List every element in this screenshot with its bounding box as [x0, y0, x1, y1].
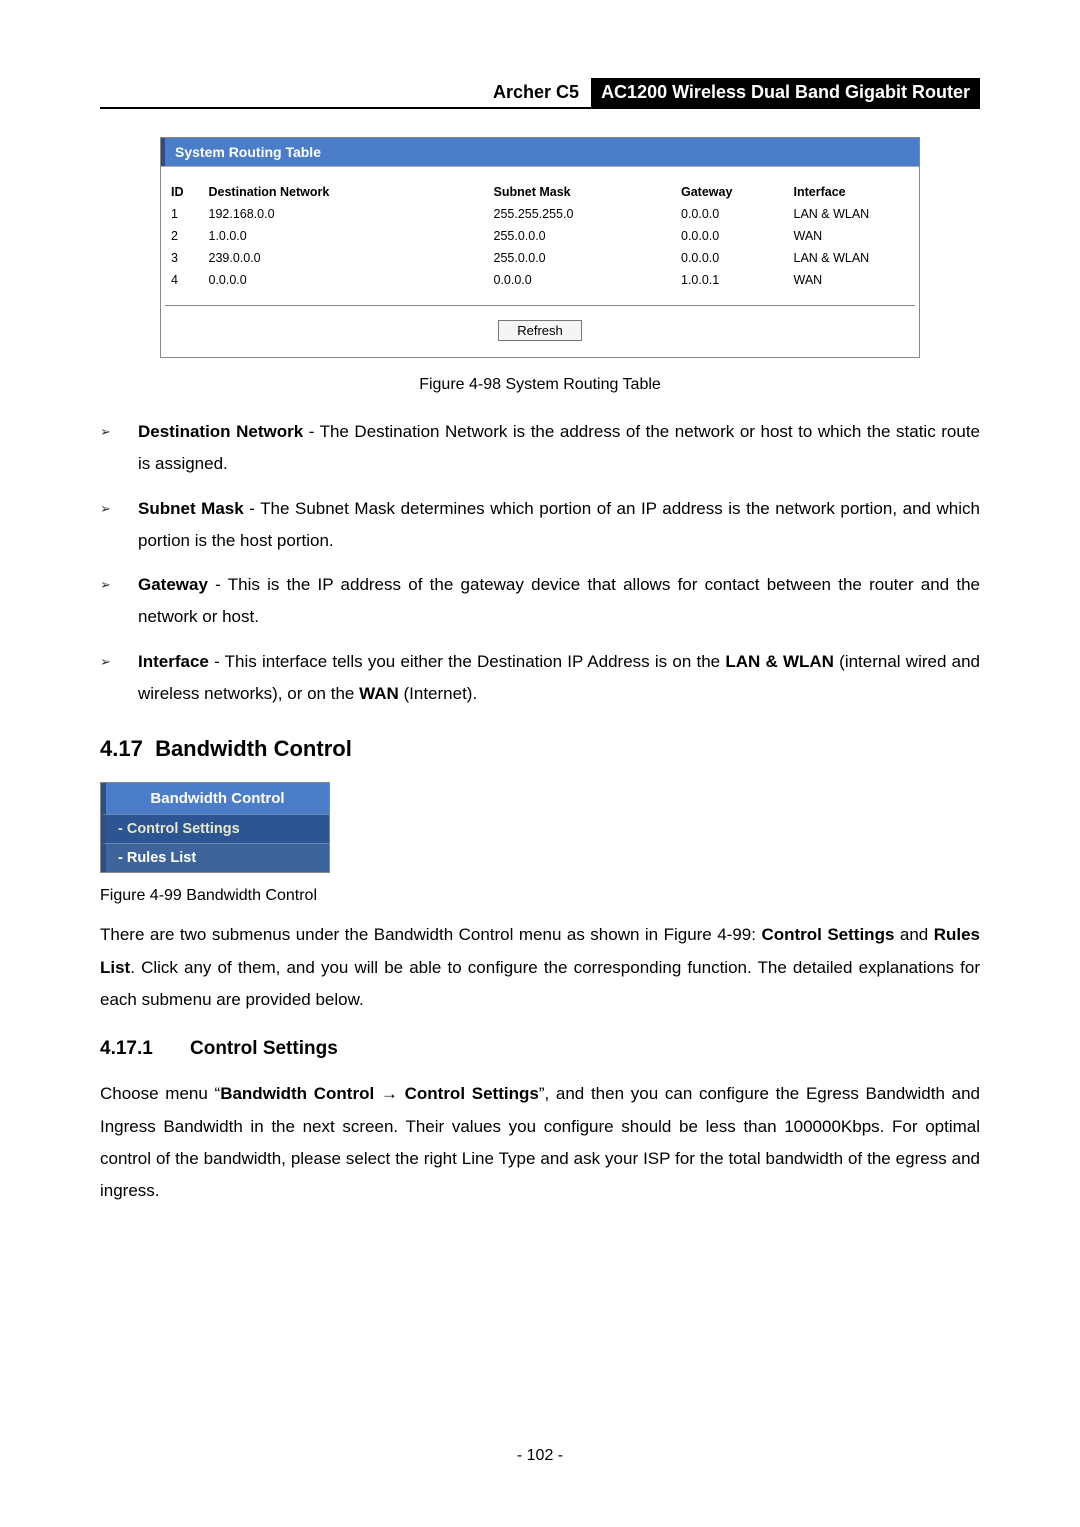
cell-dest: 0.0.0.0: [203, 269, 488, 291]
subsection-num: 4.17.1: [100, 1038, 190, 1060]
bold: Bandwidth Control: [220, 1084, 374, 1103]
cell-mask: 255.0.0.0: [488, 225, 676, 247]
intro-paragraph: There are two submenus under the Bandwid…: [100, 919, 980, 1016]
nav-item-rules-list[interactable]: - Rules List: [101, 843, 329, 872]
cell-id: 1: [165, 203, 203, 225]
list-item: ➢ Destination Network - The Destination …: [100, 416, 980, 481]
list-item: ➢ Gateway - This is the IP address of th…: [100, 569, 980, 634]
text: There are two submenus under the Bandwid…: [100, 925, 761, 944]
term: Gateway: [138, 575, 208, 594]
subsection-heading: 4.17.1Control Settings: [100, 1038, 980, 1060]
refresh-button[interactable]: Refresh: [498, 320, 582, 341]
table-row: 1 192.168.0.0 255.255.255.0 0.0.0.0 LAN …: [165, 203, 915, 225]
cell-gw: 0.0.0.0: [675, 203, 788, 225]
figure-caption-2: Figure 4-99 Bandwidth Control: [100, 887, 980, 905]
cell-gw: 0.0.0.0: [675, 225, 788, 247]
text: and: [894, 925, 933, 944]
bullet-icon: ➢: [100, 646, 138, 711]
col-mask: Subnet Mask: [488, 181, 676, 203]
col-if: Interface: [788, 181, 916, 203]
col-dest: Destination Network: [203, 181, 488, 203]
cell-mask: 0.0.0.0: [488, 269, 676, 291]
col-id: ID: [165, 181, 203, 203]
desc: - The Subnet Mask determines which porti…: [138, 499, 980, 550]
bullet-text: Subnet Mask - The Subnet Mask determines…: [138, 493, 980, 558]
cell-gw: 0.0.0.0: [675, 247, 788, 269]
term: Subnet Mask: [138, 499, 244, 518]
table-row: 3 239.0.0.0 255.0.0.0 0.0.0.0 LAN & WLAN: [165, 247, 915, 269]
text: (Internet).: [399, 684, 477, 703]
doc-header: Archer C5 AC1200 Wireless Dual Band Giga…: [100, 78, 980, 109]
bullet-text: Interface - This interface tells you eit…: [138, 646, 980, 711]
cell-dest: 1.0.0.0: [203, 225, 488, 247]
routing-table-title: System Routing Table: [161, 138, 919, 166]
table-header-row: ID Destination Network Subnet Mask Gatew…: [165, 181, 915, 203]
bullet-text: Gateway - This is the IP address of the …: [138, 569, 980, 634]
desc: - This is the IP address of the gateway …: [138, 575, 980, 626]
table-row: 4 0.0.0.0 0.0.0.0 1.0.0.1 WAN: [165, 269, 915, 291]
table-row: 2 1.0.0.0 255.0.0.0 0.0.0.0 WAN: [165, 225, 915, 247]
cell-if: WAN: [788, 269, 916, 291]
term: Destination Network: [138, 422, 303, 441]
page-number: - 102 -: [0, 1447, 1080, 1465]
bullet-icon: ➢: [100, 416, 138, 481]
text: . Click any of them, and you will be abl…: [100, 958, 980, 1009]
cell-id: 3: [165, 247, 203, 269]
bullet-list: ➢ Destination Network - The Destination …: [100, 416, 980, 710]
nav-item-control-settings[interactable]: - Control Settings: [101, 814, 329, 843]
bold: LAN & WLAN: [725, 652, 834, 671]
bold: Control Settings: [405, 1084, 539, 1103]
cell-mask: 255.0.0.0: [488, 247, 676, 269]
text: Choose menu “: [100, 1084, 220, 1103]
bullet-icon: ➢: [100, 569, 138, 634]
bullet-text: Destination Network - The Destination Ne…: [138, 416, 980, 481]
figure-caption-1: Figure 4-98 System Routing Table: [100, 376, 980, 394]
nav-header: Bandwidth Control: [101, 783, 329, 814]
bold: Control Settings: [761, 925, 894, 944]
bullet-icon: ➢: [100, 493, 138, 558]
list-item: ➢ Subnet Mask - The Subnet Mask determin…: [100, 493, 980, 558]
cell-if: LAN & WLAN: [788, 203, 916, 225]
list-item: ➢ Interface - This interface tells you e…: [100, 646, 980, 711]
term: Interface: [138, 652, 209, 671]
model-desc: AC1200 Wireless Dual Band Gigabit Router: [591, 78, 980, 107]
arrow-icon: →: [374, 1084, 404, 1103]
cell-id: 4: [165, 269, 203, 291]
choose-paragraph: Choose menu “Bandwidth Control → Control…: [100, 1078, 980, 1207]
cell-if: LAN & WLAN: [788, 247, 916, 269]
bold: WAN: [359, 684, 399, 703]
cell-dest: 192.168.0.0: [203, 203, 488, 225]
cell-mask: 255.255.255.0: [488, 203, 676, 225]
routing-table: ID Destination Network Subnet Mask Gatew…: [165, 181, 915, 291]
model-label: Archer C5: [489, 78, 591, 107]
text: - This interface tells you either the De…: [209, 652, 725, 671]
section-heading: 4.17 Bandwidth Control: [100, 736, 980, 762]
cell-id: 2: [165, 225, 203, 247]
subsection-title: Control Settings: [190, 1038, 338, 1059]
section-num: 4.17: [100, 736, 143, 761]
routing-table-widget: System Routing Table ID Destination Netw…: [160, 137, 920, 358]
section-title: Bandwidth Control: [155, 736, 352, 761]
cell-if: WAN: [788, 225, 916, 247]
bandwidth-nav: Bandwidth Control - Control Settings - R…: [100, 782, 330, 873]
col-gw: Gateway: [675, 181, 788, 203]
cell-gw: 1.0.0.1: [675, 269, 788, 291]
cell-dest: 239.0.0.0: [203, 247, 488, 269]
